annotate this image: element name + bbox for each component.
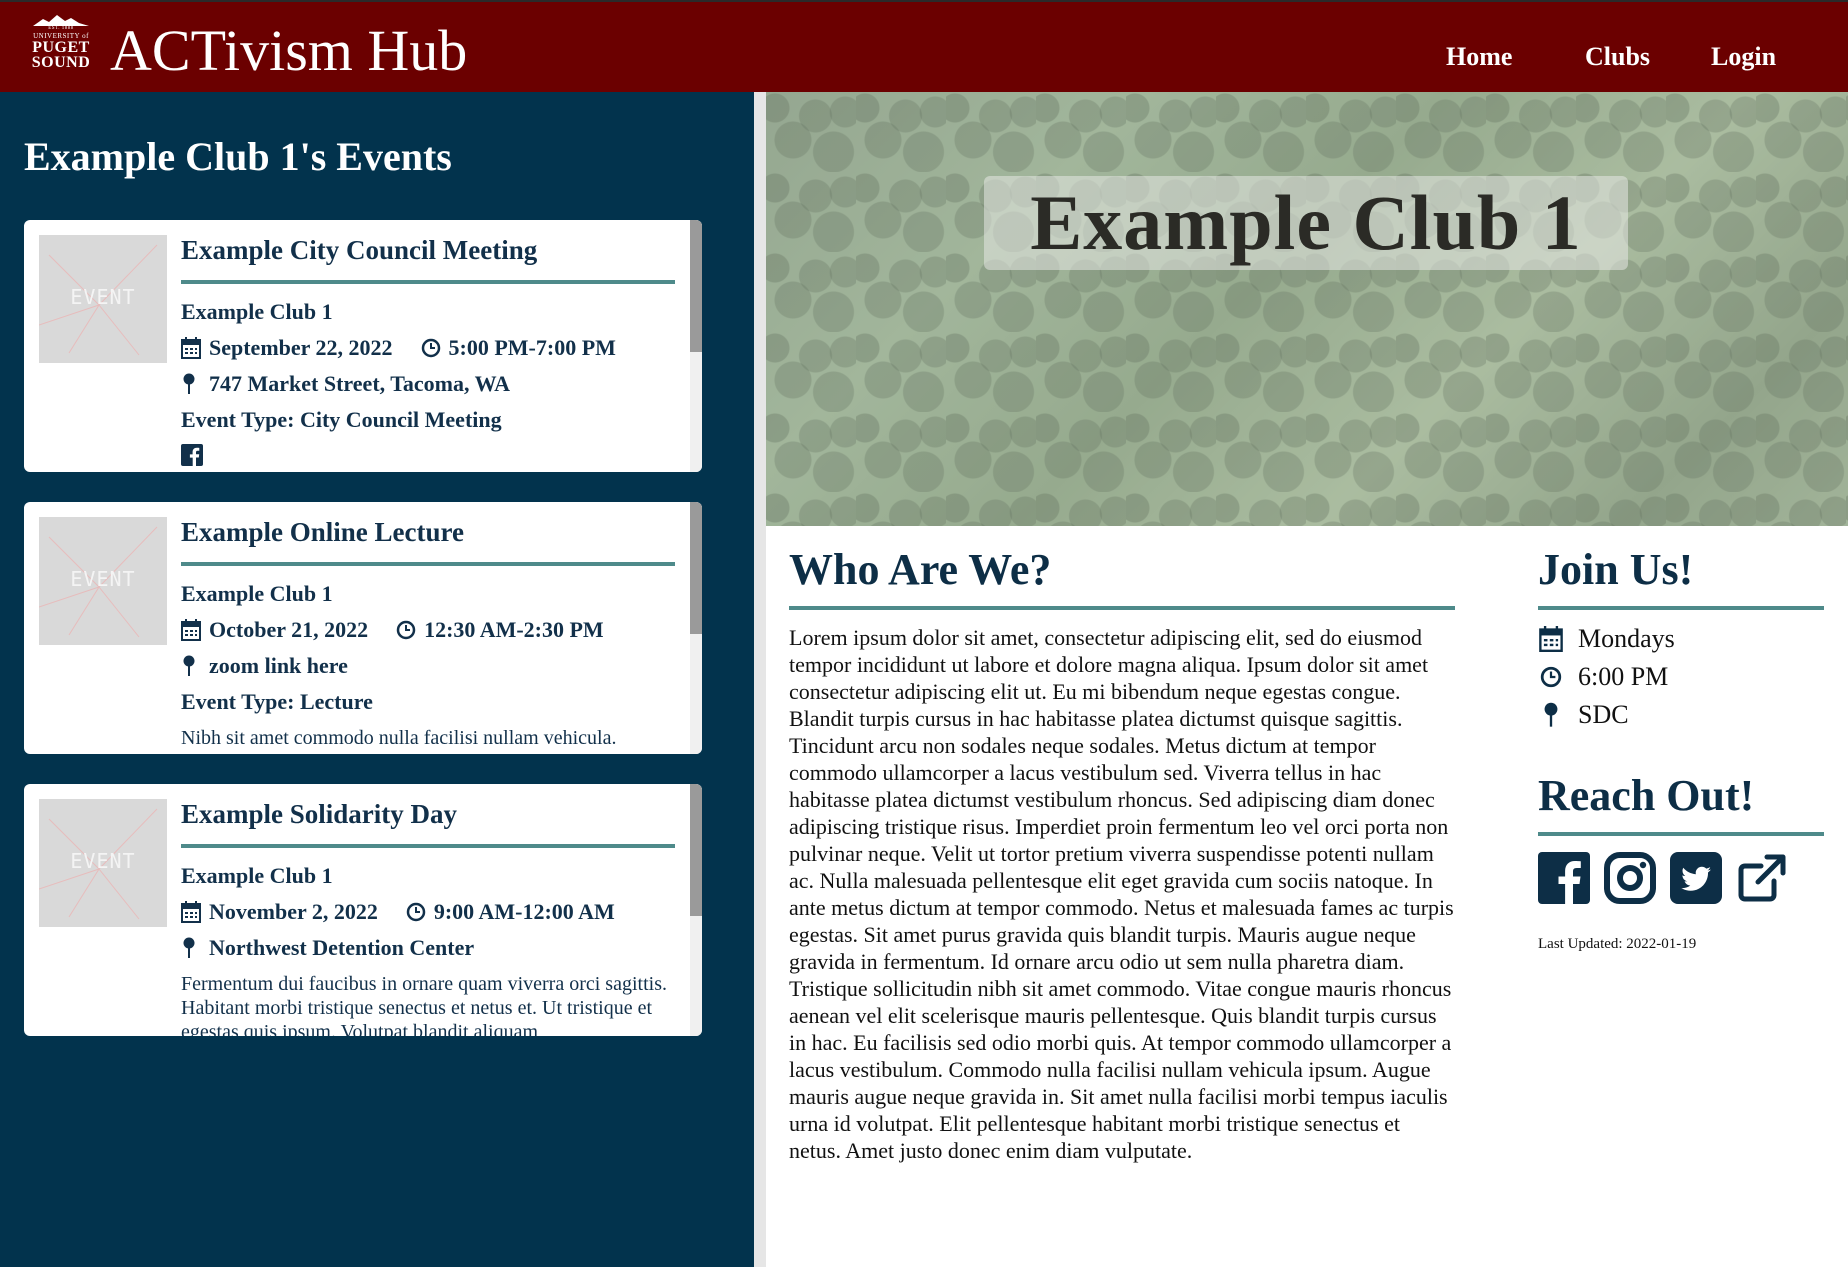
event-details: Example Solidarity Day Example Club 1 No… [181,796,675,1036]
meeting-day: Mondays [1578,624,1675,653]
event-card[interactable]: EVENT Example Online Lecture Example Clu… [24,502,702,754]
mountain-logo-icon [33,15,89,26]
puget-sound-logo[interactable]: EST. 1888 UNIVERSITY of PUGET SOUND [30,14,92,74]
event-datetime: September 22, 2022 5:00 PM-7:00 PM [181,334,675,362]
clock-icon [396,620,416,640]
facebook-icon[interactable] [181,444,203,466]
hero-overlay [766,92,1848,526]
site-title[interactable]: ACTivism Hub [110,16,467,86]
event-datetime: October 21, 2022 12:30 AM-2:30 PM [181,616,675,644]
clock-icon [421,338,440,358]
calendar-icon [1539,626,1563,652]
event-date: November 2, 2022 [209,899,378,924]
event-description: Fermentum dui faucibus in ornare quam vi… [181,973,667,1036]
club-name-title: Example Club 1 [1030,179,1582,266]
club-hero-banner: Example Club 1 [766,92,1848,526]
nav-home-link[interactable]: Home [1446,40,1512,74]
last-updated-text: Last Updated: 2022-01-19 [1538,936,1697,952]
event-location: Northwest Detention Center [209,935,475,960]
clock-icon [1540,666,1562,688]
card-scrollbar-thumb[interactable] [690,784,702,916]
external-link-icon[interactable] [1736,852,1788,904]
calendar-icon [181,619,201,641]
hero-title-box: Example Club 1 [984,176,1628,270]
event-card[interactable]: EVENT Example City Council Meeting Examp… [24,220,702,472]
calendar-icon [181,337,201,359]
nav-login-link[interactable]: Login [1711,40,1776,74]
calendar-icon [181,901,201,923]
event-type: Event Type: City Council Meeting [181,407,502,432]
instagram-icon[interactable] [1604,852,1656,904]
event-date: September 22, 2022 [209,335,393,360]
event-date: October 21, 2022 [209,617,369,642]
event-location-row: zoom link here [181,652,675,680]
event-card[interactable]: EVENT Example Solidarity Day Example Clu… [24,784,702,1036]
event-description: Nibh sit amet commodo nulla facilisi nul… [181,727,617,749]
map-pin-icon [183,373,195,394]
social-links [1538,852,1802,904]
join-heading: Join Us! [1538,544,1824,610]
meeting-time-row: 6:00 PM [1538,658,1824,696]
event-location-row: Northwest Detention Center [181,934,675,962]
event-title[interactable]: Example City Council Meeting [181,232,675,284]
event-thumbnail-label: EVENT [70,285,136,309]
event-thumbnail-label: EVENT [70,567,136,591]
meeting-location: SDC [1578,700,1629,729]
card-scrollbar-thumb[interactable] [690,220,702,352]
event-time: 5:00 PM-7:00 PM [448,335,616,360]
meeting-info: Mondays 6:00 PM SDC [1538,620,1824,734]
map-pin-icon [183,655,195,676]
event-datetime: November 2, 2022 9:00 AM-12:00 AM [181,898,675,926]
clock-icon [406,902,426,922]
nav-clubs-link[interactable]: Clubs [1585,40,1650,74]
event-time: 9:00 AM-12:00 AM [433,899,615,924]
events-panel-title: Example Club 1's Events [24,134,452,179]
meeting-location-row: SDC [1538,696,1824,734]
reach-out-heading: Reach Out! [1538,770,1824,836]
logo-puget-text: PUGET [32,39,90,56]
twitter-icon[interactable] [1670,852,1722,904]
top-nav-bar: EST. 1888 UNIVERSITY of PUGET SOUND ACTi… [0,0,1848,92]
meeting-day-row: Mondays [1538,620,1824,658]
events-panel: Example Club 1's Events EVENT Example Ci… [0,92,754,1267]
card-scrollbar[interactable] [690,502,702,754]
card-scrollbar[interactable] [690,220,702,472]
card-scrollbar-thumb[interactable] [690,502,702,634]
event-club: Example Club 1 [181,863,333,888]
about-heading: Who Are We? [789,544,1455,610]
event-thumbnail: EVENT [39,517,167,645]
event-details: Example Online Lecture Example Club 1 Oc… [181,514,675,750]
event-type: Event Type: Lecture [181,689,373,714]
event-time: 12:30 AM-2:30 PM [424,617,604,642]
event-thumbnail-label: EVENT [70,849,136,873]
meeting-time: 6:00 PM [1578,662,1669,691]
panel-divider [754,92,766,1267]
event-thumbnail: EVENT [39,235,167,363]
event-club: Example Club 1 [181,299,333,324]
logo-sound-text: SOUND [31,54,91,71]
event-title[interactable]: Example Online Lecture [181,514,675,566]
event-location: 747 Market Street, Tacoma, WA [209,371,511,396]
event-details: Example City Council Meeting Example Clu… [181,232,675,466]
map-pin-icon [1544,702,1558,727]
map-pin-icon [183,937,195,958]
event-location[interactable]: zoom link here [209,652,348,680]
about-text: Lorem ipsum dolor sit amet, consectetur … [789,625,1454,1163]
card-scrollbar[interactable] [690,784,702,1036]
event-title[interactable]: Example Solidarity Day [181,796,675,848]
event-location-row: 747 Market Street, Tacoma, WA [181,370,675,398]
event-thumbnail: EVENT [39,799,167,927]
facebook-icon[interactable] [1538,852,1590,904]
event-club: Example Club 1 [181,581,333,606]
